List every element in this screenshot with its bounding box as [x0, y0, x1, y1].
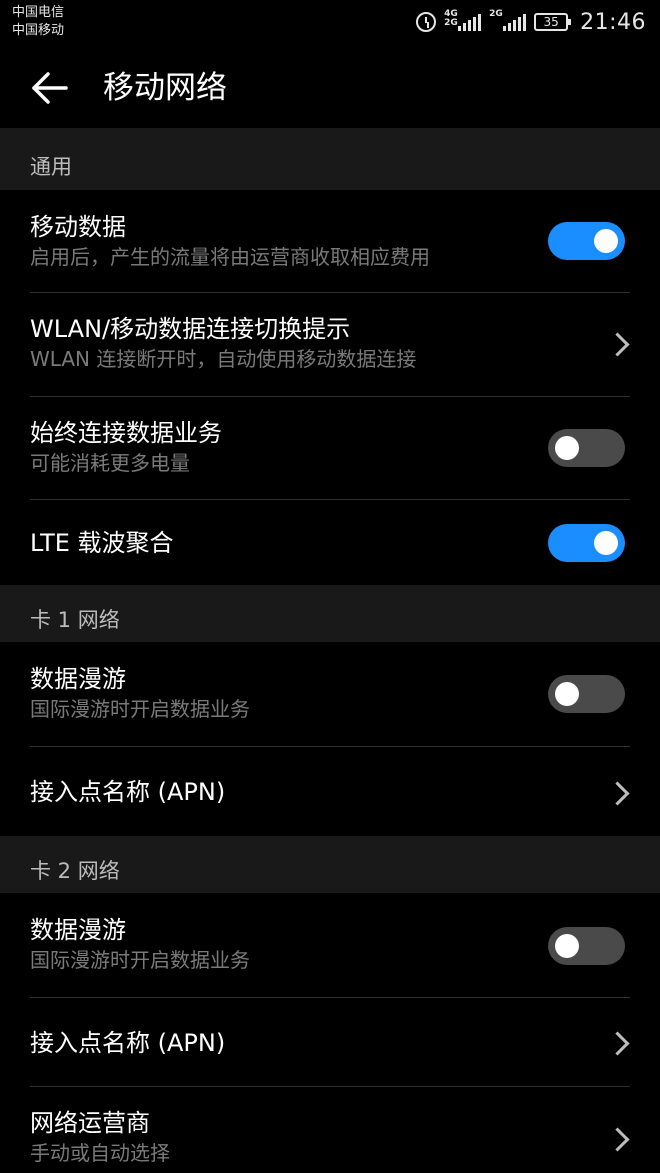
toggle-knob	[594, 531, 618, 555]
carrier-labels: 中国电信 中国移动	[12, 4, 64, 40]
battery-icon: 35	[534, 13, 572, 31]
toggle-knob	[594, 229, 618, 253]
carrier-2-label: 中国移动	[12, 23, 65, 38]
mobile-data-toggle[interactable]	[548, 222, 625, 260]
sim1-network-type: 4G 2G	[444, 9, 458, 28]
sim2-apn-title: 接入点名称 (APN)	[30, 1029, 226, 1057]
always-on-toggle[interactable]	[548, 429, 625, 467]
battery-level: 35	[543, 15, 559, 29]
back-button[interactable]	[30, 70, 70, 106]
sim2-network-type: 2G	[489, 9, 503, 19]
page-title: 移动网络	[103, 70, 227, 106]
sim1-signal-icon: 4G 2G	[444, 9, 482, 31]
toggle-knob	[555, 436, 579, 460]
mobile-data-row[interactable]: 移动数据 启用后，产生的流量将由运营商收取相应费用	[0, 190, 660, 293]
clock: 21:46	[580, 9, 646, 35]
status-bar: 中国电信 中国移动 4G 2G 2G 35 21:46	[0, 0, 660, 44]
toggle-knob	[555, 934, 579, 958]
sim2-signal-icon: 2G	[489, 9, 527, 31]
lte-ca-row[interactable]: LTE 载波聚合	[0, 500, 660, 585]
app-header: 移动网络	[0, 44, 660, 128]
section-header-sim1: 卡 1 网络	[0, 585, 660, 642]
arrow-left-icon	[32, 72, 68, 104]
sim1-roaming-row[interactable]: 数据漫游 国际漫游时开启数据业务	[0, 642, 660, 746]
wlan-switch-subtitle: WLAN 连接断开时，自动使用移动数据连接	[30, 347, 417, 371]
sim2-operator-title: 网络运营商	[30, 1109, 150, 1137]
carrier-1-label: 中国电信	[12, 5, 65, 20]
sim2-roaming-row[interactable]: 数据漫游 国际漫游时开启数据业务	[0, 893, 660, 997]
sim2-apn-row[interactable]: 接入点名称 (APN)	[0, 998, 660, 1086]
sim1-roaming-toggle[interactable]	[548, 675, 625, 713]
always-on-row[interactable]: 始终连接数据业务 可能消耗更多电量	[0, 397, 660, 499]
toggle-knob	[555, 682, 579, 706]
sim2-roaming-toggle[interactable]	[548, 927, 625, 965]
section-header-general: 通用	[0, 128, 660, 190]
wlan-switch-title: WLAN/移动数据连接切换提示	[30, 315, 351, 343]
lte-ca-toggle[interactable]	[548, 524, 625, 562]
sim1-apn-row[interactable]: 接入点名称 (APN)	[0, 747, 660, 836]
section-header-sim2: 卡 2 网络	[0, 836, 660, 893]
sim2-operator-row[interactable]: 网络运营商 手动或自动选择	[0, 1087, 660, 1173]
sim2-operator-subtitle: 手动或自动选择	[30, 1141, 170, 1165]
alarm-icon	[416, 12, 437, 32]
wlan-switch-row[interactable]: WLAN/移动数据连接切换提示 WLAN 连接断开时，自动使用移动数据连接	[0, 293, 660, 396]
status-icons: 4G 2G 2G 35 21:46	[416, 6, 646, 38]
sim1-apn-title: 接入点名称 (APN)	[30, 778, 226, 806]
